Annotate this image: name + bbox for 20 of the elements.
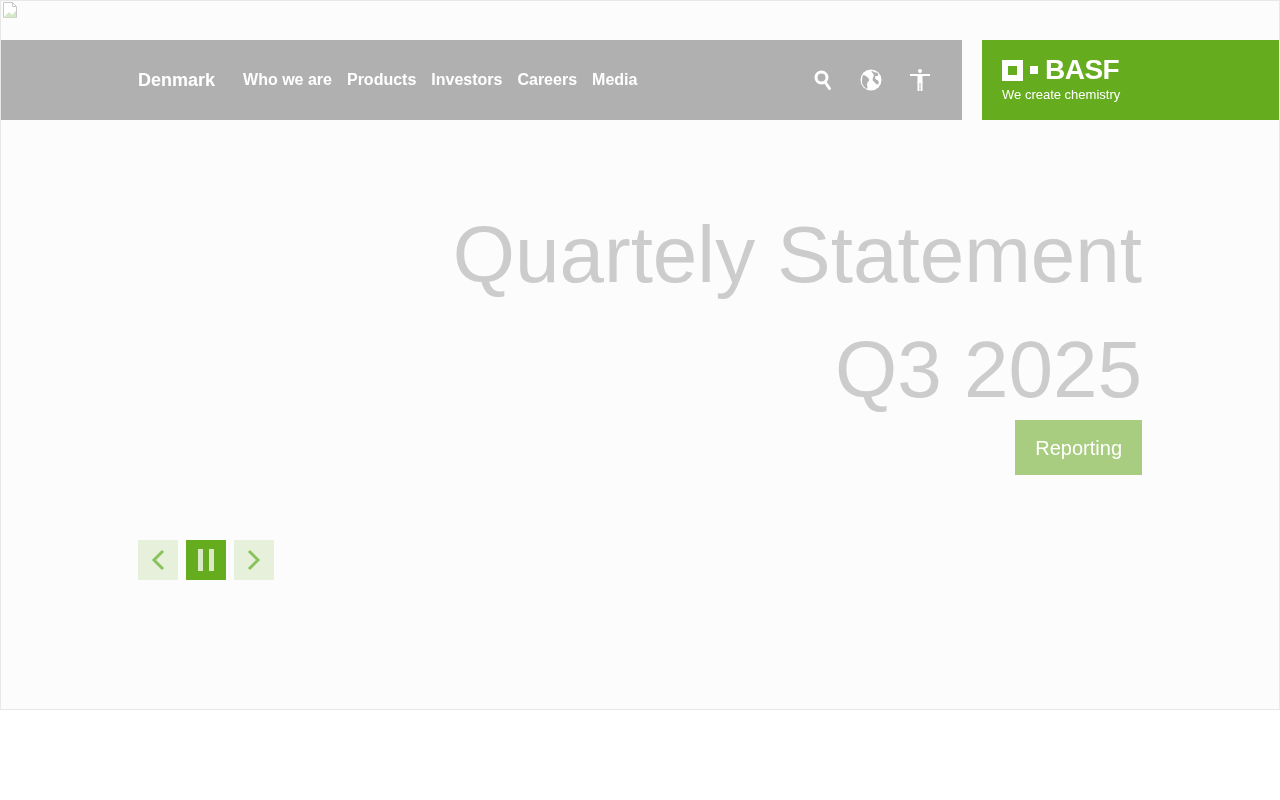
- person-icon[interactable]: [910, 69, 930, 91]
- nav-link[interactable]: Investors: [431, 68, 503, 92]
- nav-link[interactable]: Who we are: [243, 68, 332, 92]
- previous-button[interactable]: [138, 540, 178, 580]
- logo-wordmark: BASF: [1045, 58, 1120, 81]
- next-button[interactable]: [234, 540, 274, 580]
- search-icon[interactable]: [814, 70, 832, 90]
- logo-squares-icon: [1002, 59, 1038, 81]
- nav-link[interactable]: Media: [592, 68, 638, 92]
- pause-button[interactable]: [186, 540, 226, 580]
- chevron-left-icon: [151, 549, 165, 571]
- reporting-button[interactable]: Reporting: [1015, 420, 1142, 475]
- chevron-right-icon: [247, 549, 261, 571]
- nav-link[interactable]: Careers: [517, 68, 578, 92]
- logo-tagline: We create chemistry: [1002, 86, 1121, 102]
- globe-icon[interactable]: [860, 69, 882, 91]
- nav-link[interactable]: Products: [346, 68, 417, 92]
- logo-panel[interactable]: BASF We create chemistry: [982, 40, 1279, 120]
- country-link[interactable]: Denmark: [138, 66, 216, 94]
- pause-icon: [198, 549, 214, 571]
